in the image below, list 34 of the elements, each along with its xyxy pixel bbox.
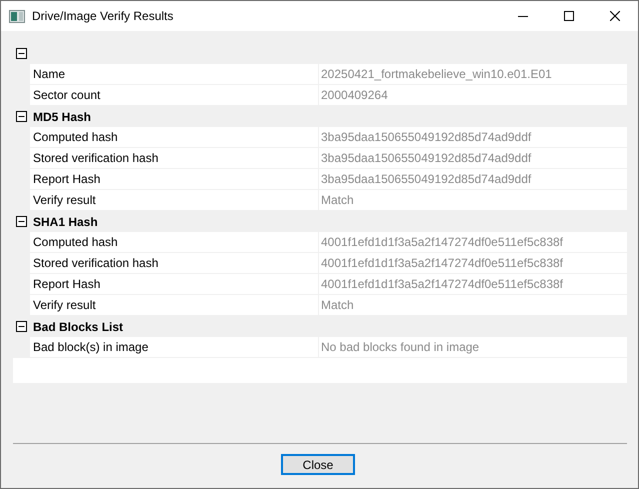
- property-label: Verify result: [33, 193, 96, 207]
- property-value: Match: [321, 193, 354, 207]
- collapse-icon[interactable]: [16, 216, 27, 227]
- property-value: 3ba95daa150655049192d85d74ad9ddf: [321, 130, 532, 144]
- property-value: 2000409264: [321, 88, 388, 102]
- property-value: 4001f1efd1d1f3a5a2f147274df0e511ef5c838f: [321, 256, 564, 270]
- property-label: Bad block(s) in image: [33, 340, 148, 354]
- property-value: 4001f1efd1d1f3a5a2f147274df0e511ef5c838f: [321, 235, 564, 249]
- property-label: Computed hash: [33, 130, 118, 144]
- property-value: Match: [321, 298, 354, 312]
- property-label: Computed hash: [33, 235, 118, 249]
- property-label: Sector count: [33, 88, 100, 102]
- property-value: 20250421_fortmakebelieve_win10.e01.E01: [321, 67, 552, 81]
- category-heading: SHA1 Hash: [33, 214, 98, 228]
- close-icon[interactable]: [610, 11, 620, 21]
- category-heading: Bad Blocks List: [33, 320, 124, 334]
- property-value: No bad blocks found in image: [321, 340, 480, 354]
- category-heading: MD5 Hash: [33, 110, 92, 124]
- property-label: Name: [33, 67, 66, 81]
- property-label: Verify result: [33, 298, 96, 312]
- property-label: Report Hash: [33, 172, 100, 186]
- property-label: Stored verification hash: [33, 256, 158, 270]
- property-value: 3ba95daa150655049192d85d74ad9ddf: [321, 151, 532, 165]
- property-value: 4001f1efd1d1f3a5a2f147274df0e511ef5c838f: [321, 277, 564, 291]
- app-icon: [9, 10, 25, 22]
- property-label: Stored verification hash: [33, 151, 158, 165]
- window-title: Drive/Image Verify Results: [32, 9, 174, 23]
- collapse-icon[interactable]: [16, 321, 27, 332]
- property-label: Report Hash: [33, 277, 100, 291]
- maximize-icon[interactable]: [564, 11, 574, 21]
- collapse-icon[interactable]: [16, 111, 27, 122]
- property-value: 3ba95daa150655049192d85d74ad9ddf: [321, 172, 532, 186]
- collapse-icon[interactable]: [16, 48, 27, 59]
- close-button[interactable]: Close: [281, 454, 355, 475]
